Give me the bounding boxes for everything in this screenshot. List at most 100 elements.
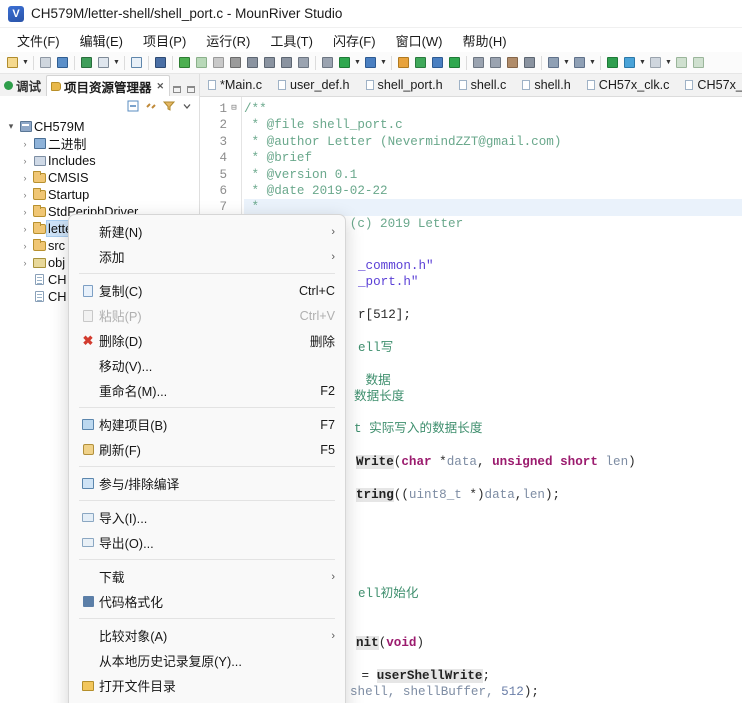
chevron-down-icon[interactable]: ▼: [588, 54, 597, 72]
chevron-down-icon[interactable]: ▼: [112, 54, 121, 72]
unlink-icon[interactable]: [690, 54, 707, 72]
link-icon[interactable]: [673, 54, 690, 72]
flash-blue-icon[interactable]: [362, 54, 379, 72]
menubar-item-2[interactable]: 项目(P): [134, 29, 195, 52]
link-editor-icon[interactable]: [145, 100, 157, 112]
context-menu-item[interactable]: 新建(N) ›: [69, 219, 345, 244]
bookmark-icon[interactable]: [521, 54, 538, 72]
minimize-icon[interactable]: [173, 86, 181, 93]
editor-tab[interactable]: shell_port.h: [358, 74, 451, 96]
editor-tab[interactable]: shell.c: [451, 74, 515, 96]
menubar-item-4[interactable]: 工具(T): [261, 29, 322, 52]
context-menu-item[interactable]: 比较对象(A) ›: [69, 623, 345, 648]
chevron-down-icon[interactable]: ▼: [379, 54, 388, 72]
forward-nav-icon[interactable]: [621, 54, 638, 72]
context-menu-item[interactable]: 导出(O)...: [69, 530, 345, 555]
view-tab-project-explorer[interactable]: 项目资源管理器 ✕: [46, 75, 171, 96]
context-menu-item[interactable]: 打开MRS控制台Ctrl+Shift+V: [69, 698, 345, 703]
context-menu-item[interactable]: 重命名(M)... F2: [69, 378, 345, 403]
menubar-item-7[interactable]: 帮助(H): [454, 29, 516, 52]
step-into-icon[interactable]: [261, 54, 278, 72]
tree-item[interactable]: › CMSIS: [0, 169, 199, 186]
context-menu-item[interactable]: 导入(I)...: [69, 505, 345, 530]
terminal-icon[interactable]: [128, 54, 145, 72]
download-icon[interactable]: [95, 54, 112, 72]
fold-toggle-icon[interactable]: ⊟: [229, 103, 239, 113]
expand-arrow-icon[interactable]: ›: [18, 224, 32, 234]
panel-window-controls[interactable]: [173, 86, 195, 93]
context-menu-item[interactable]: 参与/排除编译: [69, 471, 345, 496]
expand-arrow-icon[interactable]: ›: [18, 241, 32, 251]
build-stack-icon[interactable]: [78, 54, 95, 72]
expand-arrow-icon[interactable]: ›: [18, 173, 32, 183]
pause-icon[interactable]: [210, 54, 227, 72]
context-menu-item[interactable]: 下载 ›: [69, 564, 345, 589]
view-tab-debug[interactable]: 调试: [0, 75, 46, 96]
editor-tab[interactable]: CH57x_comm: [677, 74, 742, 96]
tree-item[interactable]: ▾ CH579M: [0, 118, 199, 135]
save-icon[interactable]: [37, 54, 54, 72]
collapse-all-icon[interactable]: [127, 100, 139, 112]
expand-arrow-icon[interactable]: ›: [18, 258, 32, 268]
context-menu-item[interactable]: 移动(V)...: [69, 353, 345, 378]
step-return-icon[interactable]: [278, 54, 295, 72]
search-icon[interactable]: [504, 54, 521, 72]
chevron-down-icon[interactable]: ▼: [21, 54, 30, 72]
run-icon[interactable]: [193, 54, 210, 72]
menubar-item-3[interactable]: 运行(R): [197, 29, 259, 52]
expand-arrow-icon[interactable]: ▾: [4, 121, 18, 132]
maximize-icon[interactable]: [187, 86, 195, 93]
restart-icon[interactable]: [295, 54, 312, 72]
editor-tab[interactable]: shell.h: [514, 74, 578, 96]
save-all-icon[interactable]: [54, 54, 71, 72]
editor-tab[interactable]: *Main.c: [200, 74, 270, 96]
project-context-menu[interactable]: 新建(N) › 添加 › 复制(C) Ctrl+C 粘贴(P) Ctrl+V ✖ 删除(D) 删除移…: [68, 214, 346, 703]
lock-icon[interactable]: [395, 54, 412, 72]
expand-arrow-icon[interactable]: ›: [18, 190, 32, 200]
stop-icon[interactable]: [227, 54, 244, 72]
new-file-icon[interactable]: [4, 54, 21, 72]
arrow-icon[interactable]: [319, 54, 336, 72]
context-menu-item[interactable]: 代码格式化: [69, 589, 345, 614]
expand-arrow-icon[interactable]: ›: [18, 139, 32, 149]
chevron-down-icon[interactable]: ▼: [638, 54, 647, 72]
menubar-item-5[interactable]: 闪存(F): [324, 29, 385, 52]
context-menu-item[interactable]: 打开文件目录: [69, 673, 345, 698]
step-icon[interactable]: [244, 54, 261, 72]
window-icon[interactable]: [429, 54, 446, 72]
tree-item[interactable]: › Includes: [0, 152, 199, 169]
context-menu-item[interactable]: 构建项目(B) F7: [69, 412, 345, 437]
context-menu-item[interactable]: 添加 ›: [69, 244, 345, 269]
perspective-icon[interactable]: [545, 54, 562, 72]
outdent-icon[interactable]: [487, 54, 504, 72]
tree-item[interactable]: › Startup: [0, 186, 199, 203]
indent-icon[interactable]: [470, 54, 487, 72]
wizard-icon[interactable]: [152, 54, 169, 72]
chevron-down-icon[interactable]: ▼: [353, 54, 362, 72]
tree-item[interactable]: › 二进制: [0, 135, 199, 152]
context-menu-item[interactable]: 从本地历史记录复原(Y)...: [69, 648, 345, 673]
menubar-item-6[interactable]: 窗口(W): [387, 29, 452, 52]
unlock-icon[interactable]: [412, 54, 429, 72]
menubar-item-0[interactable]: 文件(F): [8, 29, 69, 52]
layout-icon[interactable]: [571, 54, 588, 72]
expand-arrow-icon[interactable]: ›: [18, 156, 32, 166]
view-menu-icon[interactable]: [181, 100, 193, 112]
gear-icon[interactable]: [446, 54, 463, 72]
context-menu-item[interactable]: 刷新(F) F5: [69, 437, 345, 462]
code-token: data: [484, 488, 515, 502]
filter-icon[interactable]: [163, 100, 175, 112]
back-nav-icon[interactable]: [604, 54, 621, 72]
context-menu-item[interactable]: 复制(C) Ctrl+C: [69, 278, 345, 303]
expand-arrow-icon[interactable]: ›: [18, 207, 32, 217]
editor-tab[interactable]: user_def.h: [270, 74, 358, 96]
context-menu-item[interactable]: ✖ 删除(D) 删除: [69, 328, 345, 353]
chevron-down-icon[interactable]: ▼: [664, 54, 673, 72]
close-icon[interactable]: ✕: [157, 81, 165, 92]
prev-icon[interactable]: [647, 54, 664, 72]
menubar-item-1[interactable]: 编辑(E): [71, 29, 132, 52]
flash-green-icon[interactable]: [336, 54, 353, 72]
chevron-down-icon[interactable]: ▼: [562, 54, 571, 72]
debug-icon[interactable]: [176, 54, 193, 72]
editor-tab[interactable]: CH57x_clk.c: [579, 74, 678, 96]
